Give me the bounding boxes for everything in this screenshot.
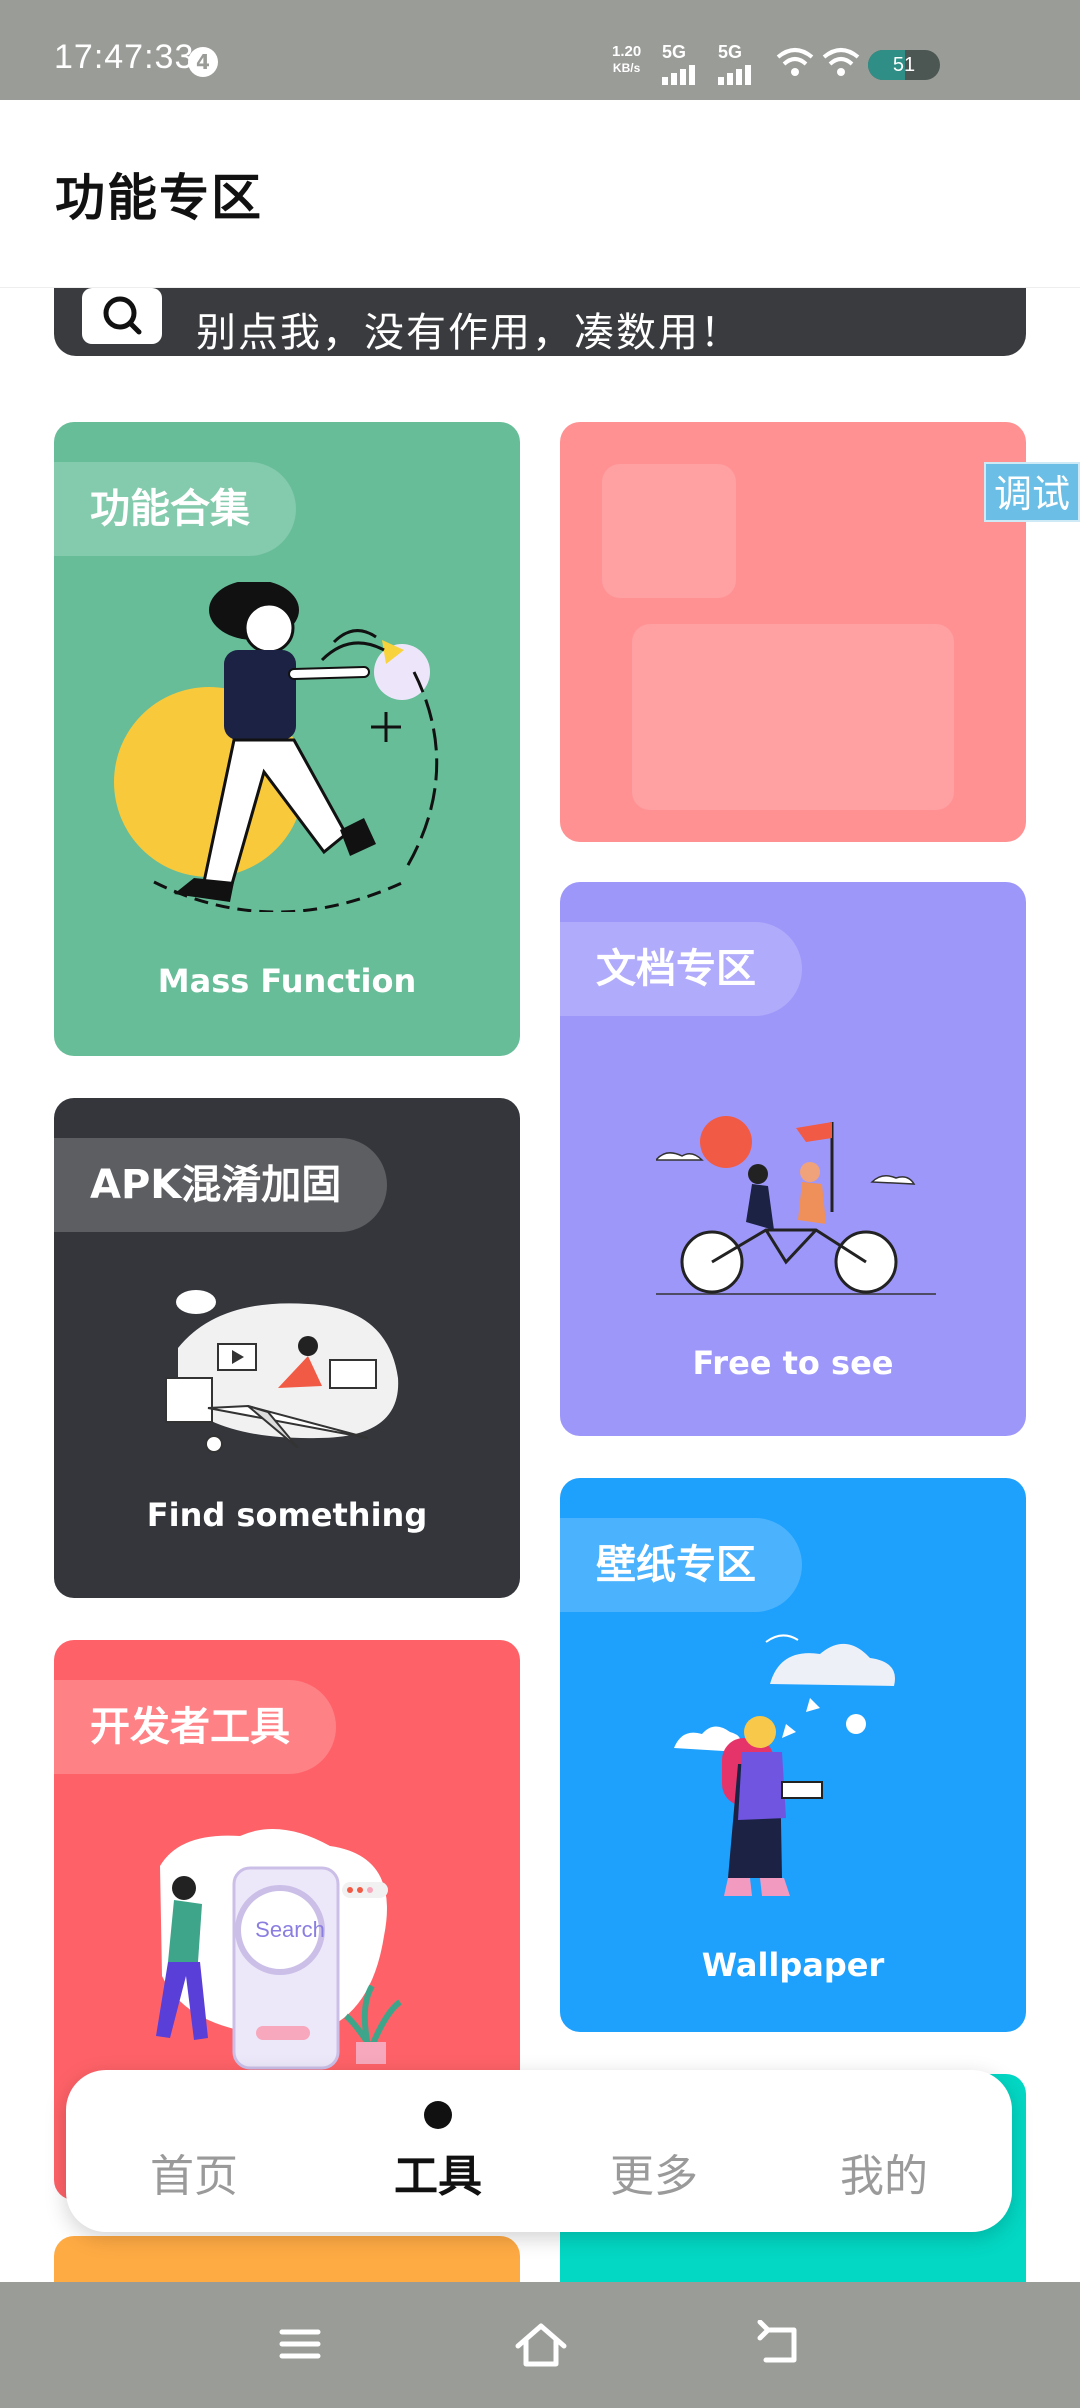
home-icon[interactable] xyxy=(514,2320,568,2370)
tab-mine[interactable]: 我的 xyxy=(804,2140,964,2204)
sim1-label: 5G xyxy=(662,42,687,62)
status-time: 17:47:33 xyxy=(54,38,195,76)
tandem-bike-illustration xyxy=(656,1116,936,1295)
card-wallpaper[interactable]: 壁纸专区 Wallpaper xyxy=(560,1478,1026,2032)
search-bar[interactable]: 别点我，没有作用，凑数用！ xyxy=(54,288,1026,356)
card-tag: APK混淆加固 xyxy=(54,1138,388,1232)
signal-icon: 5G xyxy=(662,42,702,89)
search-icon xyxy=(82,288,162,344)
notification-badge: 4 xyxy=(188,47,218,77)
wifi-icon xyxy=(776,48,814,76)
network-speed-unit: KB/s xyxy=(612,61,641,75)
tool-grid[interactable]: 别点我，没有作用，凑数用！ 功能合集 Mass Function 文档专区 Fr… xyxy=(0,288,1080,2282)
wifi-icon-2 xyxy=(822,48,860,76)
card-tag: 文档专区 xyxy=(560,922,802,1016)
card-orange-partial[interactable] xyxy=(54,2236,520,2282)
walking-woman-illustration xyxy=(114,582,439,912)
card-tag: 开发者工具 xyxy=(54,1680,336,1774)
debug-button[interactable]: 调试 xyxy=(984,462,1080,522)
search-phone-illustration xyxy=(156,1828,402,2070)
back-icon[interactable] xyxy=(756,2320,806,2368)
search-word: Search xyxy=(255,1917,325,1942)
network-speed-value: 1.20 xyxy=(612,43,642,60)
tab-more[interactable]: 更多 xyxy=(574,2140,734,2204)
card-documents[interactable]: 文档专区 Free to see xyxy=(560,882,1026,1436)
menu-icon[interactable] xyxy=(276,2320,324,2368)
signal-icon-2: 5G xyxy=(718,42,758,89)
battery-indicator: 51 xyxy=(868,50,940,80)
search-text: 别点我，没有作用，凑数用！ xyxy=(196,310,742,356)
sim2-label: 5G xyxy=(718,42,743,62)
wallpaper-person-illustration xyxy=(674,1634,895,1896)
card-caption: Find something xyxy=(146,1496,428,1534)
paper-plane-illustration xyxy=(165,1290,399,1453)
network-speed: 1.20 KB/s xyxy=(612,44,641,76)
placeholder-block xyxy=(632,624,954,810)
system-nav-bar xyxy=(0,2282,1080,2408)
status-bar: 17:47:33 4 1.20 KB/s 5G 5G 51 xyxy=(0,0,1080,100)
tab-home[interactable]: 首页 xyxy=(114,2140,274,2204)
app-header: 功能专区 xyxy=(0,100,1080,288)
page-title: 功能专区 xyxy=(55,169,263,227)
card-caption: Free to see xyxy=(692,1344,894,1382)
tab-tools[interactable]: 工具 xyxy=(358,2140,518,2204)
bottom-tab-bar: 首页 工具 更多 我的 xyxy=(66,2070,1012,2232)
active-tab-indicator xyxy=(424,2101,452,2129)
card-caption: Mass Function xyxy=(157,962,417,1000)
card-placeholder-pink[interactable] xyxy=(560,422,1026,842)
battery-percent: 51 xyxy=(892,54,916,76)
card-tag: 壁纸专区 xyxy=(560,1518,802,1612)
card-apk-obfuscation[interactable]: APK混淆加固 Find something xyxy=(54,1098,520,1598)
card-mass-function[interactable]: 功能合集 Mass Function xyxy=(54,422,520,1056)
card-tag: 功能合集 xyxy=(54,462,296,556)
card-caption: Wallpaper xyxy=(701,1946,885,1984)
placeholder-block xyxy=(602,464,736,598)
